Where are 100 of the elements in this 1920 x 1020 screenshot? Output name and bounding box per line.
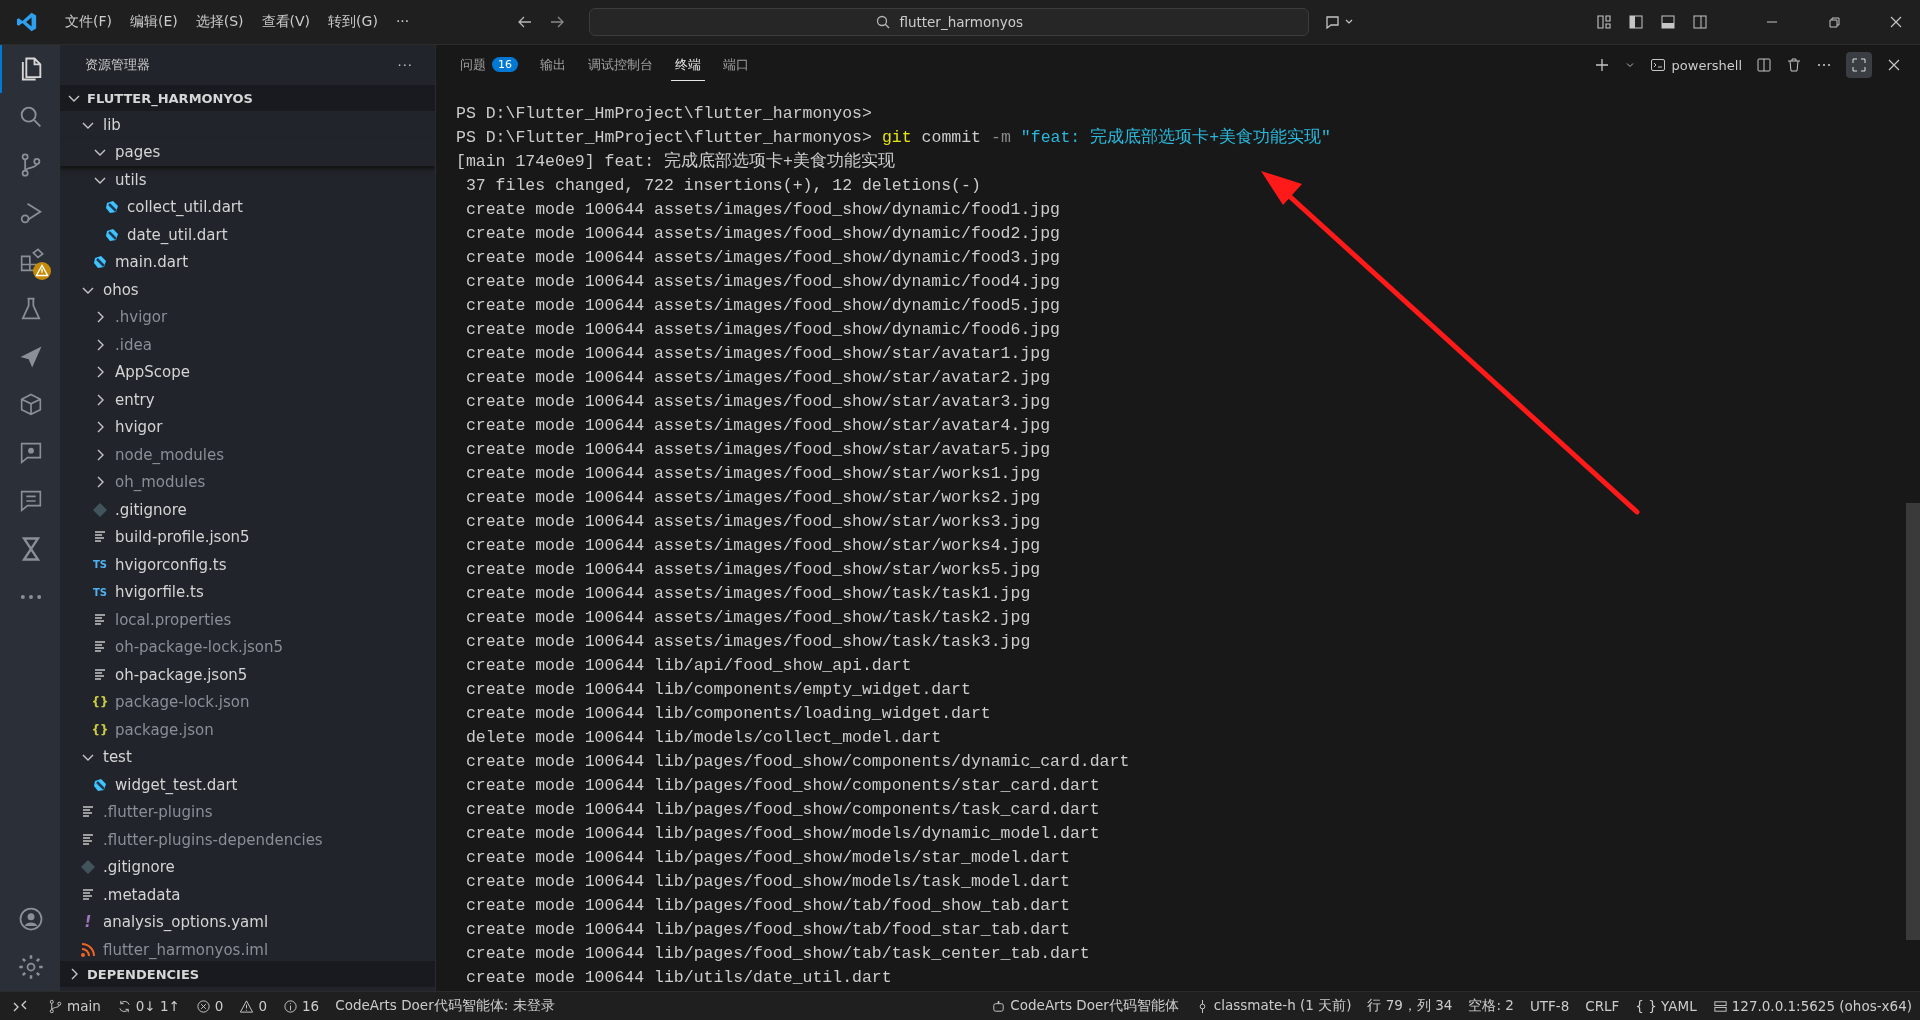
status-item[interactable]: 16 [275,998,328,1014]
account-icon [17,905,45,933]
status-item[interactable]: 行 79，列 34 [1359,997,1461,1015]
terminal-output-line: create mode 100644 assets/images/food_show/dynamic/food4.jpg [464,271,1061,293]
menu-item[interactable]: 编辑(E) [122,9,186,35]
terminal-output-line: create mode 100644 lib/pages/food_show/models/star_model.dart [464,847,1071,869]
diamond-icon [92,501,108,518]
status-item[interactable]: 127.0.0.1:5625 (ohos-x64) [1704,998,1920,1014]
terminal-output-line: create mode 100644 lib/pages/food_show/components/task_card.dart [464,799,1101,821]
folder-name[interactable]: AppScope [115,363,190,382]
file-name[interactable]: build-profile.json5 [115,528,250,547]
file-name[interactable]: .metadata [103,885,181,904]
panel-tab[interactable]: 调试控制台 [584,49,657,81]
more-actions-button[interactable]: ··· [397,57,413,73]
terminal-output-line: create mode 100644 assets/images/food_show/star/avatar3.jpg [464,391,1052,413]
panel-tab[interactable]: 输出 [536,49,570,81]
status-item[interactable]: CodeArts Doer代码智能体: 未登录 [327,997,563,1015]
dart-file-icon [104,199,120,216]
typescript-file-icon: TS [92,584,108,601]
error-icon [195,998,211,1014]
search-icon [875,14,892,30]
menu-item[interactable]: 查看(V) [253,9,319,35]
status-item[interactable]: 0 [187,998,232,1014]
layout-icon[interactable] [1596,14,1612,30]
file-name[interactable]: analysis_options.yaml [103,913,269,932]
terminal-output-line: create mode 100644 assets/images/food_show/task/task2.jpg [464,607,1032,629]
folder-name[interactable]: hvigor [115,418,163,437]
command-argument: commit [921,127,981,149]
status-item[interactable]: 空格: 2 [1460,997,1522,1015]
file-name[interactable]: main.dart [115,253,188,272]
file-name[interactable]: date_util.dart [127,225,228,244]
file-name[interactable]: oh-package-lock.json5 [115,638,284,657]
status-item[interactable]: main [40,998,109,1014]
scrollbar-thumb[interactable] [1906,503,1920,940]
menu-item[interactable]: 文件(F) [57,9,120,35]
menu-item[interactable]: 转到(G) [320,9,386,35]
terminal-output-line: create mode 100644 lib/components/empty_widget.dart [464,679,972,701]
status-item[interactable]: classmate-h (1 天前) [1186,997,1360,1015]
trash-icon[interactable] [1786,57,1802,73]
folder-name[interactable]: pages [115,143,161,162]
folder-name[interactable]: lib [103,115,121,134]
command-search-field[interactable]: flutter_harmonyos [589,8,1310,36]
close-icon[interactable] [1886,57,1902,73]
terminal-output-line: create mode 100644 assets/images/food_show/dynamic/food1.jpg [464,199,1061,221]
file-name[interactable]: collect_util.dart [127,198,243,217]
folder-name[interactable]: .hvigor [115,308,168,327]
file-name[interactable]: hvigorconfig.ts [115,555,227,574]
file-name[interactable]: .gitignore [103,858,175,877]
folder-name[interactable]: utils [115,170,147,189]
menu-item[interactable]: ··· [387,9,418,35]
terminal-output-line: [main 174e0e9] feat: 完成底部选项卡+美食功能实现 [456,150,896,173]
file-name[interactable]: package-lock.json [115,693,250,712]
sidebar-toggle-icon[interactable] [1628,14,1644,30]
close-icon[interactable] [1888,14,1904,30]
folder-name[interactable]: test [103,748,132,767]
terminal-output-line: create mode 100644 assets/images/food_show/dynamic/food3.jpg [464,247,1061,269]
terminal-icon [1649,57,1666,73]
plus-icon[interactable] [1593,57,1610,73]
text-file-icon [92,666,108,683]
dependencies-header[interactable]: DEPENDENCIES [87,966,200,982]
file-name[interactable]: .flutter-plugins-dependencies [103,830,323,849]
folder-name[interactable]: ohos [103,280,139,299]
status-item[interactable]: UTF-8 [1521,998,1578,1014]
file-name[interactable]: package.json [115,720,214,739]
sync-icon [116,998,132,1014]
terminal-output-line: delete mode 100644 lib/models/collect_model.dart [464,727,943,749]
file-name[interactable]: flutter_harmonyos.iml [103,940,269,959]
terminal-shell-button[interactable]: powershell [1649,57,1742,73]
restore-icon[interactable] [1826,14,1842,30]
maximize-panel-button[interactable] [1846,52,1872,78]
file-name[interactable]: local.properties [115,610,232,629]
braces-icon: {} [92,694,108,711]
status-item[interactable]: { } YAML [1627,998,1705,1014]
terminal-output-line: create mode 100644 assets/images/food_show/task/task3.jpg [464,631,1032,653]
file-name[interactable]: oh-package.json5 [115,665,248,684]
menu-item[interactable]: 选择(S) [187,9,252,35]
forward-arrow-icon[interactable] [549,14,566,30]
terminal-output-line: create mode 100644 lib/pages/food_show/tab/food_star_tab.dart [464,919,1071,941]
panel-tab[interactable]: 问题 16 [456,49,522,81]
status-item[interactable]: 0↓ 1↑ [108,998,188,1014]
status-item[interactable]: CRLF [1577,998,1628,1014]
folder-name[interactable]: node_modules [115,445,224,464]
status-item[interactable]: CodeArts Doer代码智能体 [983,997,1187,1015]
file-name[interactable]: .gitignore [115,500,187,519]
panel-tab[interactable]: 端口 [719,49,753,81]
terminal-output-line: create mode 100644 lib/pages/food_show/tab/task_center_tab.dart [464,943,1091,965]
panel-toggle-icon[interactable] [1660,14,1676,30]
file-name[interactable]: widget_test.dart [115,775,238,794]
secondary-sidebar-icon[interactable] [1692,14,1708,30]
folder-name[interactable]: oh_modules [115,473,206,492]
file-name[interactable]: hvigorfile.ts [115,583,204,602]
terminal-output-line: create mode 100644 lib/pages/food_show/components/dynamic_card.dart [464,751,1131,773]
status-item[interactable]: 0 [231,998,275,1014]
split-icon[interactable] [1756,57,1772,73]
back-arrow-icon[interactable] [517,14,534,30]
file-name[interactable]: .flutter-plugins [103,803,213,822]
folder-name[interactable]: entry [115,390,155,409]
folder-name[interactable]: .idea [115,335,152,354]
terminal-output-line: create mode 100644 assets/images/food_show/dynamic/food5.jpg [464,295,1061,317]
panel-tab[interactable]: 终端 [671,49,705,81]
